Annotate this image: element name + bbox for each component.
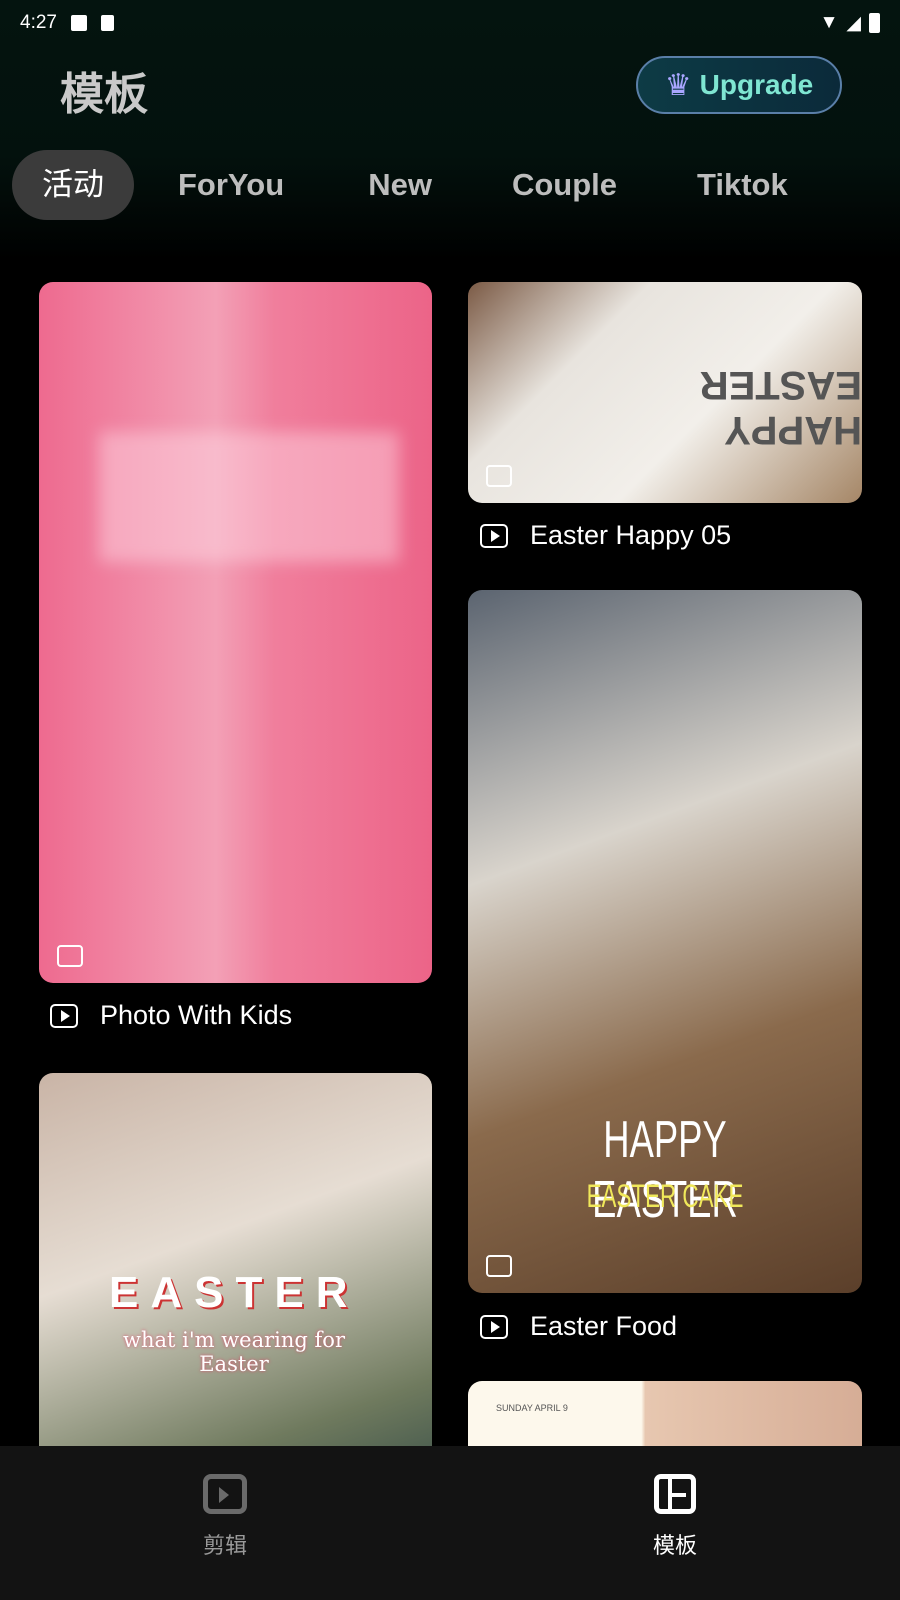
battery-icon [869, 13, 880, 33]
tab-tiktok[interactable]: Tiktok [657, 150, 828, 220]
upgrade-label: Upgrade [699, 69, 814, 100]
video-icon [480, 1314, 508, 1339]
overlay-title: EASTER [109, 1268, 360, 1317]
overlay-subtitle: what i'm wearing for Easter [123, 1328, 345, 1376]
edit-video-icon [203, 1474, 247, 1514]
status-bar: 4:27 ▼ ◢ [20, 8, 880, 38]
template-icon [654, 1474, 696, 1514]
template-title[interactable]: Easter Happy 05 [480, 520, 731, 551]
template-thumbnail [99, 432, 399, 562]
nav-edit[interactable]: 剪辑 [165, 1474, 285, 1560]
template-card-photo-with-kids[interactable] [39, 282, 432, 983]
overlay-title: HAPPY EASTER [699, 363, 862, 452]
tab-foryou[interactable]: ForYou [134, 150, 328, 220]
video-icon [50, 1003, 78, 1028]
nav-templates-label: 模板 [652, 1533, 697, 1558]
bottom-nav: 剪辑 模板 [0, 1446, 900, 1600]
status-time: 4:27 [20, 12, 57, 33]
overlay-text: SUNDAY APRIL 9 [496, 1403, 568, 1413]
page-title: 模板 [60, 70, 148, 119]
nav-templates[interactable]: 模板 [615, 1474, 735, 1560]
crown-icon: ♛ [664, 68, 692, 102]
template-card-easter-outfit[interactable]: EASTER what i'm wearing for Easter [39, 1073, 432, 1493]
signal-icon: ◢ [846, 12, 861, 34]
template-title[interactable]: Easter Food [480, 1311, 677, 1342]
header-bg [0, 0, 900, 260]
clapper-icon [57, 945, 83, 967]
image-notification-icon [70, 15, 87, 31]
overlay-subtitle: EASTER CAKE [586, 1178, 744, 1214]
tab-new[interactable]: New [328, 150, 472, 220]
video-icon [480, 523, 508, 548]
upgrade-button[interactable]: ♛ Upgrade [636, 56, 842, 114]
nav-edit-label: 剪辑 [202, 1533, 247, 1558]
clapper-icon [486, 1255, 512, 1277]
a-notification-icon [100, 15, 114, 31]
clapper-icon [486, 465, 512, 487]
template-card-easter-food[interactable]: HAPPY EASTER EASTER CAKE [468, 590, 862, 1293]
template-title[interactable]: Photo With Kids [50, 1000, 292, 1031]
wifi-icon: ▼ [819, 12, 839, 33]
category-tabs: 活动 ForYou New Couple Tiktok [12, 150, 828, 220]
tab-couple[interactable]: Couple [472, 150, 657, 220]
template-card-easter-happy-05[interactable]: HAPPY EASTER [468, 282, 862, 503]
tab-activity[interactable]: 活动 [12, 150, 134, 220]
